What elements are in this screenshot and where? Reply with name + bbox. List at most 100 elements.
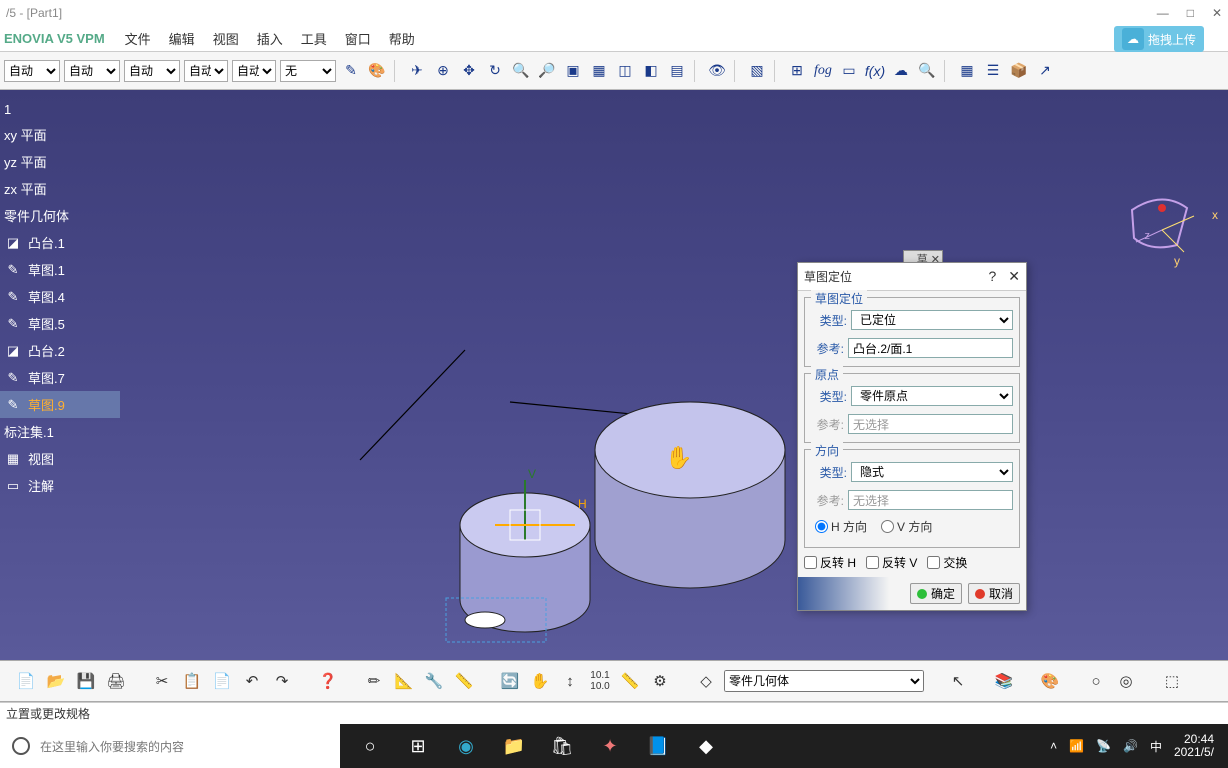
arrow-icon[interactable]: ↗ [1034,60,1056,82]
pointer-icon[interactable]: ↖ [946,669,970,693]
render-icon[interactable]: 🎨 [1038,669,1062,693]
tray-chevron-icon[interactable]: ˄ [1050,739,1057,753]
check-reverse-v[interactable]: 反转 V [866,554,917,571]
box-icon[interactable]: 📦 [1008,60,1030,82]
iso-icon[interactable]: ◫ [614,60,636,82]
tree-item-selected[interactable]: ✎草图.9 [0,391,120,418]
dialog-help-icon[interactable]: ? [988,268,996,285]
pan-icon[interactable]: ✥ [458,60,480,82]
dialog-close-icon[interactable]: ✕ [1008,268,1020,285]
constraint-icon[interactable]: 📏 [452,669,476,693]
feature-icon[interactable]: 🔧 [422,669,446,693]
tree-item[interactable]: ✎草图.7 [0,364,120,391]
body-icon[interactable]: ◇ [694,669,718,693]
copy-icon[interactable]: 📋 [180,669,204,693]
thread-icon[interactable]: ⚙ [648,669,672,693]
hide-icon[interactable]: 👁 [706,60,728,82]
position-ref-input[interactable] [848,338,1013,358]
origin-type-select[interactable]: 零件原点 [851,386,1013,406]
print-icon[interactable]: 🖨 [104,669,128,693]
tree-anno[interactable]: ▭注解 [0,472,120,499]
dir-ref-input[interactable] [848,490,1013,510]
explorer-icon[interactable]: 📁 [500,732,528,760]
taskbar-clock[interactable]: 20:44 2021/5/ [1174,733,1214,759]
store-icon[interactable]: 🛍 [548,732,576,760]
material-icon[interactable]: ▧ [746,60,768,82]
word-icon[interactable]: 📘 [644,732,672,760]
tray-volume-icon[interactable]: 🔊 [1123,739,1138,753]
fly-icon[interactable]: ✈ [406,60,428,82]
tree-plane-xy[interactable]: xy 平面 [0,121,120,148]
hand-icon[interactable]: ✋ [528,669,552,693]
spec-tree[interactable]: 1 xy 平面 yz 平面 zx 平面 零件几何体 ◪凸台.1 ✎草图.1 ✎草… [0,98,120,499]
grid-icon[interactable]: ⊞ [786,60,808,82]
multi-view-icon[interactable]: ▦ [588,60,610,82]
circle-icon[interactable]: ○ [1084,669,1108,693]
grid2-icon[interactable]: ▦ [956,60,978,82]
tree-body[interactable]: 零件几何体 [0,202,120,229]
menu-help[interactable]: 帮助 [381,27,423,50]
catalog-icon[interactable]: 📚 [992,669,1016,693]
tree-item[interactable]: ◪凸台.2 [0,337,120,364]
menu-view[interactable]: 视图 [205,27,247,50]
none-select[interactable]: 无 [280,60,336,82]
cortana-icon[interactable]: ○ [356,732,384,760]
ground-icon[interactable]: ▭ [838,60,860,82]
palette-icon[interactable]: 🎨 [366,60,388,82]
auto-select-4[interactable]: 自动 [184,60,228,82]
tree-item[interactable]: ✎草图.5 [0,310,120,337]
tree-plane-zx[interactable]: zx 平面 [0,175,120,202]
update-icon[interactable]: 🔄 [498,669,522,693]
auto-select-3[interactable]: 自动 [124,60,180,82]
shade-icon[interactable]: ◧ [640,60,662,82]
dir-type-select[interactable]: 隐式 [851,462,1013,482]
minimize-icon[interactable]: — [1157,6,1169,20]
undo-icon[interactable]: ↶ [240,669,264,693]
menu-insert[interactable]: 插入 [249,27,291,50]
zoom-in-icon[interactable]: 🔍 [510,60,532,82]
tree-annoset[interactable]: 标注集.1 [0,418,120,445]
redo-icon[interactable]: ↷ [270,669,294,693]
wire-icon[interactable]: ▤ [666,60,688,82]
cube-icon[interactable]: ⬚ [1160,669,1184,693]
viewport-3d[interactable]: 1 xy 平面 yz 平面 zx 平面 零件几何体 ◪凸台.1 ✎草图.1 ✎草… [0,90,1228,660]
app-icon[interactable]: ✦ [596,732,624,760]
sketch2-icon[interactable]: 📐 [392,669,416,693]
tree-plane-yz[interactable]: yz 平面 [0,148,120,175]
normal-view-icon[interactable]: ▣ [562,60,584,82]
rotate-icon[interactable]: ↻ [484,60,506,82]
taskview-icon[interactable]: ⊞ [404,732,432,760]
fog-icon[interactable]: fog [812,60,834,82]
radio-h-dir[interactable]: H 方向 [815,518,867,535]
origin-ref-input[interactable] [848,414,1013,434]
edge-icon[interactable]: ◉ [452,732,480,760]
check-reverse-h[interactable]: 反转 H [804,554,856,571]
cancel-button[interactable]: 取消 [968,583,1020,604]
upload-badge[interactable]: ☁ 拖拽上传 [1114,26,1204,52]
cloud-render-icon[interactable]: ☁ [890,60,912,82]
ime-indicator[interactable]: 中 [1150,738,1162,755]
sketch-icon[interactable]: ✏ [362,669,386,693]
menu-file[interactable]: 文件 [117,27,159,50]
tree-item[interactable]: ✎草图.1 [0,256,120,283]
view-compass[interactable] [1122,190,1202,270]
help-icon[interactable]: ❓ [316,669,340,693]
axis-icon[interactable]: ↕ [558,669,582,693]
position-type-select[interactable]: 已定位 [851,310,1013,330]
scale-icon[interactable]: 10.110.0 [588,669,612,693]
menu-edit[interactable]: 编辑 [161,27,203,50]
auto-select-1[interactable]: 自动 [4,60,60,82]
measure-icon[interactable]: 📏 [618,669,642,693]
auto-select-5[interactable]: 自动 [232,60,276,82]
open-icon[interactable]: 📂 [44,669,68,693]
circle2-icon[interactable]: ◎ [1114,669,1138,693]
paste-icon[interactable]: 📄 [210,669,234,693]
maximize-icon[interactable]: □ [1187,6,1194,20]
zoom-out-icon[interactable]: 🔎 [536,60,558,82]
radio-v-dir[interactable]: V 方向 [881,518,932,535]
brush-icon[interactable]: ✎ [340,60,362,82]
layers-icon[interactable]: ☰ [982,60,1004,82]
magnify-icon[interactable]: 🔍 [916,60,938,82]
dialog-header[interactable]: 草图定位 ? ✕ [798,263,1026,291]
close-icon[interactable]: ✕ [1212,6,1222,20]
